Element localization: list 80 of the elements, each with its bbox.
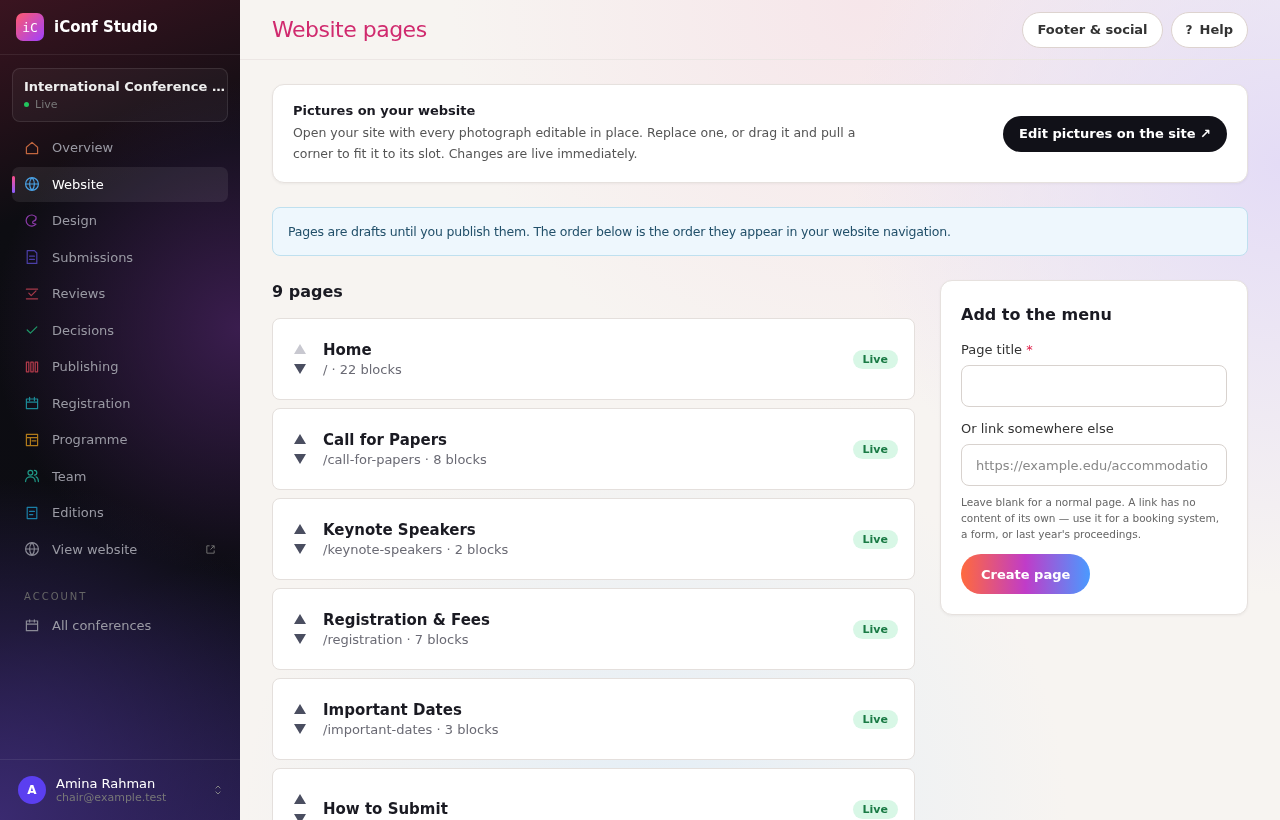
app-name: iConf Studio [54, 18, 158, 36]
nav-item[interactable]: Submissions [12, 239, 228, 275]
card-description: Open your site with every photograph editable in place. Replace one, or drag it and pull a corner to fit it to its slot. Changes are live immediately. [293, 124, 857, 163]
nav-icon [24, 468, 40, 484]
page-title-field[interactable] [961, 365, 1227, 407]
nav-icon [24, 541, 40, 557]
nav-item[interactable]: Registration [12, 385, 228, 421]
nav-icon [24, 395, 40, 411]
page-path: /registration · 7 blocks [323, 632, 470, 647]
nav-item[interactable]: Design [12, 203, 228, 238]
page-path: / · 22 blocks [323, 362, 403, 377]
nav-icon [24, 176, 40, 192]
nav-item[interactable]: Programme [12, 422, 228, 457]
conference-switcher[interactable]: International Conference … Live [12, 68, 228, 122]
edit-pictures-button[interactable]: Edit pictures on the site ↗ [1003, 115, 1227, 152]
chevron-icon [214, 784, 222, 796]
nav-icon [24, 212, 40, 229]
page-row[interactable]: Keynote Speakers /keynote-speakers · 2 blocks Live [272, 498, 915, 580]
page-row[interactable]: Home / · 22 blocks Live [272, 318, 915, 400]
nav-icon [24, 249, 40, 265]
page-name: Keynote Speakers [323, 521, 477, 539]
card-title: Pictures on your website [293, 103, 477, 118]
move-down-button[interactable] [293, 542, 307, 556]
field-label: Or link somewhere else [961, 421, 1115, 436]
panel-title: Add to the menu [961, 305, 1113, 324]
nav-icon [24, 504, 40, 521]
status-badge: Live [852, 439, 898, 459]
user-name: Amina Rahman [56, 776, 157, 791]
page-row[interactable]: Call for Papers /call-for-papers · 8 blocks Live [272, 408, 915, 490]
nav-item[interactable]: Website [12, 166, 228, 202]
nav-item[interactable]: Team [12, 458, 228, 494]
page-name: Registration & Fees [323, 611, 491, 629]
nav-item[interactable]: Overview [12, 130, 228, 165]
footer-button[interactable]: Footer & social [1022, 11, 1163, 48]
field-label: Page title * [961, 342, 1034, 357]
page-name: How to Submit [323, 800, 449, 818]
avatar: A [18, 776, 46, 804]
user-menu[interactable]: A Amina Rahman chair@example.test [0, 759, 240, 820]
status-badge: Live [852, 619, 898, 639]
nav-item[interactable]: Reviews [12, 276, 228, 311]
page-path: /important-dates · 3 blocks [323, 722, 500, 737]
move-down-button[interactable] [293, 632, 307, 646]
move-up-button[interactable] [293, 522, 307, 536]
nav-item[interactable]: Decisions [12, 312, 228, 348]
page-row[interactable]: How to Submit Live [272, 768, 915, 820]
nav-item[interactable]: All conferences [12, 607, 228, 643]
calendar-icon [24, 617, 40, 633]
info-notice: Pages are drafts until you publish them. The order below is the order they appear in your website navigation. [272, 207, 1248, 256]
page-title: Website pages [272, 17, 427, 42]
move-down-button[interactable] [293, 722, 307, 736]
page-path: /call-for-papers · 8 blocks [323, 452, 488, 467]
help-button[interactable]: ? Help [1170, 11, 1248, 48]
page-name: Home [323, 341, 373, 359]
move-down-button[interactable] [293, 452, 307, 466]
move-down-button[interactable] [293, 362, 307, 376]
nav-item[interactable]: Publishing [12, 349, 228, 384]
section-heading: ACCOUNT [24, 590, 89, 602]
page-name: Important Dates [323, 701, 463, 719]
user-email: chair@example.test [56, 791, 168, 804]
nav-item[interactable]: Editions [12, 495, 228, 530]
page-name: Call for Papers [323, 431, 449, 449]
status-badge: Live [852, 799, 898, 819]
link-field[interactable]: https://example.edu/accommodatio [961, 444, 1227, 486]
move-up-button[interactable] [293, 432, 307, 446]
move-up-button[interactable] [293, 702, 307, 716]
page-row[interactable]: Important Dates /important-dates · 3 blocks Live [272, 678, 915, 760]
move-up-button[interactable] [293, 612, 307, 626]
status-badge: Live [852, 349, 898, 369]
create-page-button[interactable]: Create page [961, 554, 1091, 594]
pages-count: 9 pages [272, 282, 344, 303]
app-logo: iC [16, 13, 44, 41]
status-badge: Live [852, 709, 898, 729]
nav-icon [24, 431, 40, 448]
nav-icon [24, 139, 40, 156]
page-path: /keynote-speakers · 2 blocks [323, 542, 510, 557]
help-text: Leave blank for a normal page. A link has no content of its own — use it for a booking system, a form, or last year's proceedings. [961, 495, 1220, 542]
nav-item[interactable]: View website [12, 531, 228, 567]
status-badge: Live [852, 529, 898, 549]
move-up-button[interactable] [293, 792, 307, 806]
page-row[interactable]: Registration & Fees /registration · 7 blocks Live [272, 588, 915, 670]
